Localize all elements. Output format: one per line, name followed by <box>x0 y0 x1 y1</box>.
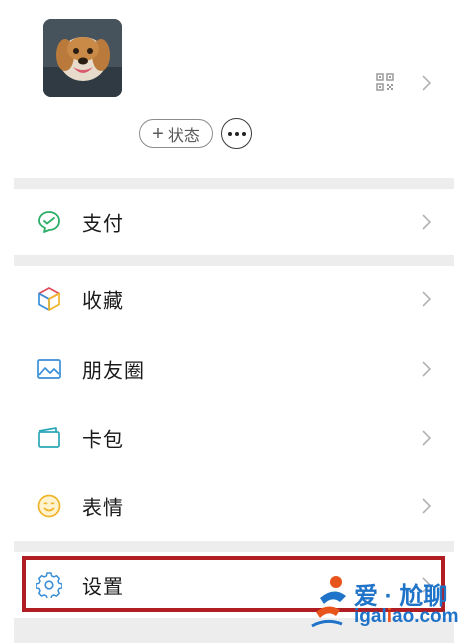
plus-icon: + <box>152 122 164 145</box>
menu-item-label: 支付 <box>82 213 124 236</box>
menu-item-moments[interactable]: 朋友圈 <box>14 336 454 402</box>
gear-icon <box>36 572 62 598</box>
avatar[interactable] <box>43 19 122 97</box>
section-divider <box>14 541 454 552</box>
dot <box>241 131 246 136</box>
menu-item-favorites[interactable]: 收藏 <box>14 266 454 332</box>
menu-item-label: 设置 <box>82 576 124 599</box>
menu-item-cards[interactable]: 卡包 <box>14 405 454 471</box>
menu-item-label: 表情 <box>82 497 124 520</box>
wallet-card-icon <box>38 427 60 448</box>
watermark-site: igaliao.com <box>354 606 459 627</box>
menu-item-label: 朋友圈 <box>82 360 145 383</box>
profile-header[interactable]: + 状态 <box>0 0 464 178</box>
menu-item-stickers[interactable]: 表情 <box>14 473 454 539</box>
menu-item-label: 收藏 <box>82 290 124 313</box>
menu-item-pay[interactable]: 支付 <box>14 189 454 255</box>
dog-photo <box>43 19 122 97</box>
dot <box>234 131 239 136</box>
chevron-right-icon <box>422 498 432 514</box>
qr-code-icon[interactable] <box>376 73 394 91</box>
more-button[interactable] <box>221 118 252 149</box>
status-label: 状态 <box>167 127 200 145</box>
cube-icon <box>38 287 60 311</box>
chevron-right-icon <box>422 214 432 230</box>
chevron-right-icon <box>422 361 432 377</box>
chevron-right-icon <box>422 430 432 446</box>
dot <box>227 131 232 136</box>
smiley-icon <box>37 494 61 518</box>
add-status-button[interactable]: + 状态 <box>139 119 213 148</box>
chevron-right-icon <box>422 291 432 307</box>
mascot-icon <box>311 576 346 628</box>
menu-item-label: 卡包 <box>82 429 124 452</box>
pay-icon <box>38 211 60 233</box>
photo-icon <box>37 359 61 379</box>
chevron-right-icon <box>422 75 432 91</box>
section-divider <box>14 178 454 189</box>
watermark-logo: 爱 · 尬聊 igaliao.com <box>306 572 459 634</box>
section-divider <box>14 255 454 266</box>
